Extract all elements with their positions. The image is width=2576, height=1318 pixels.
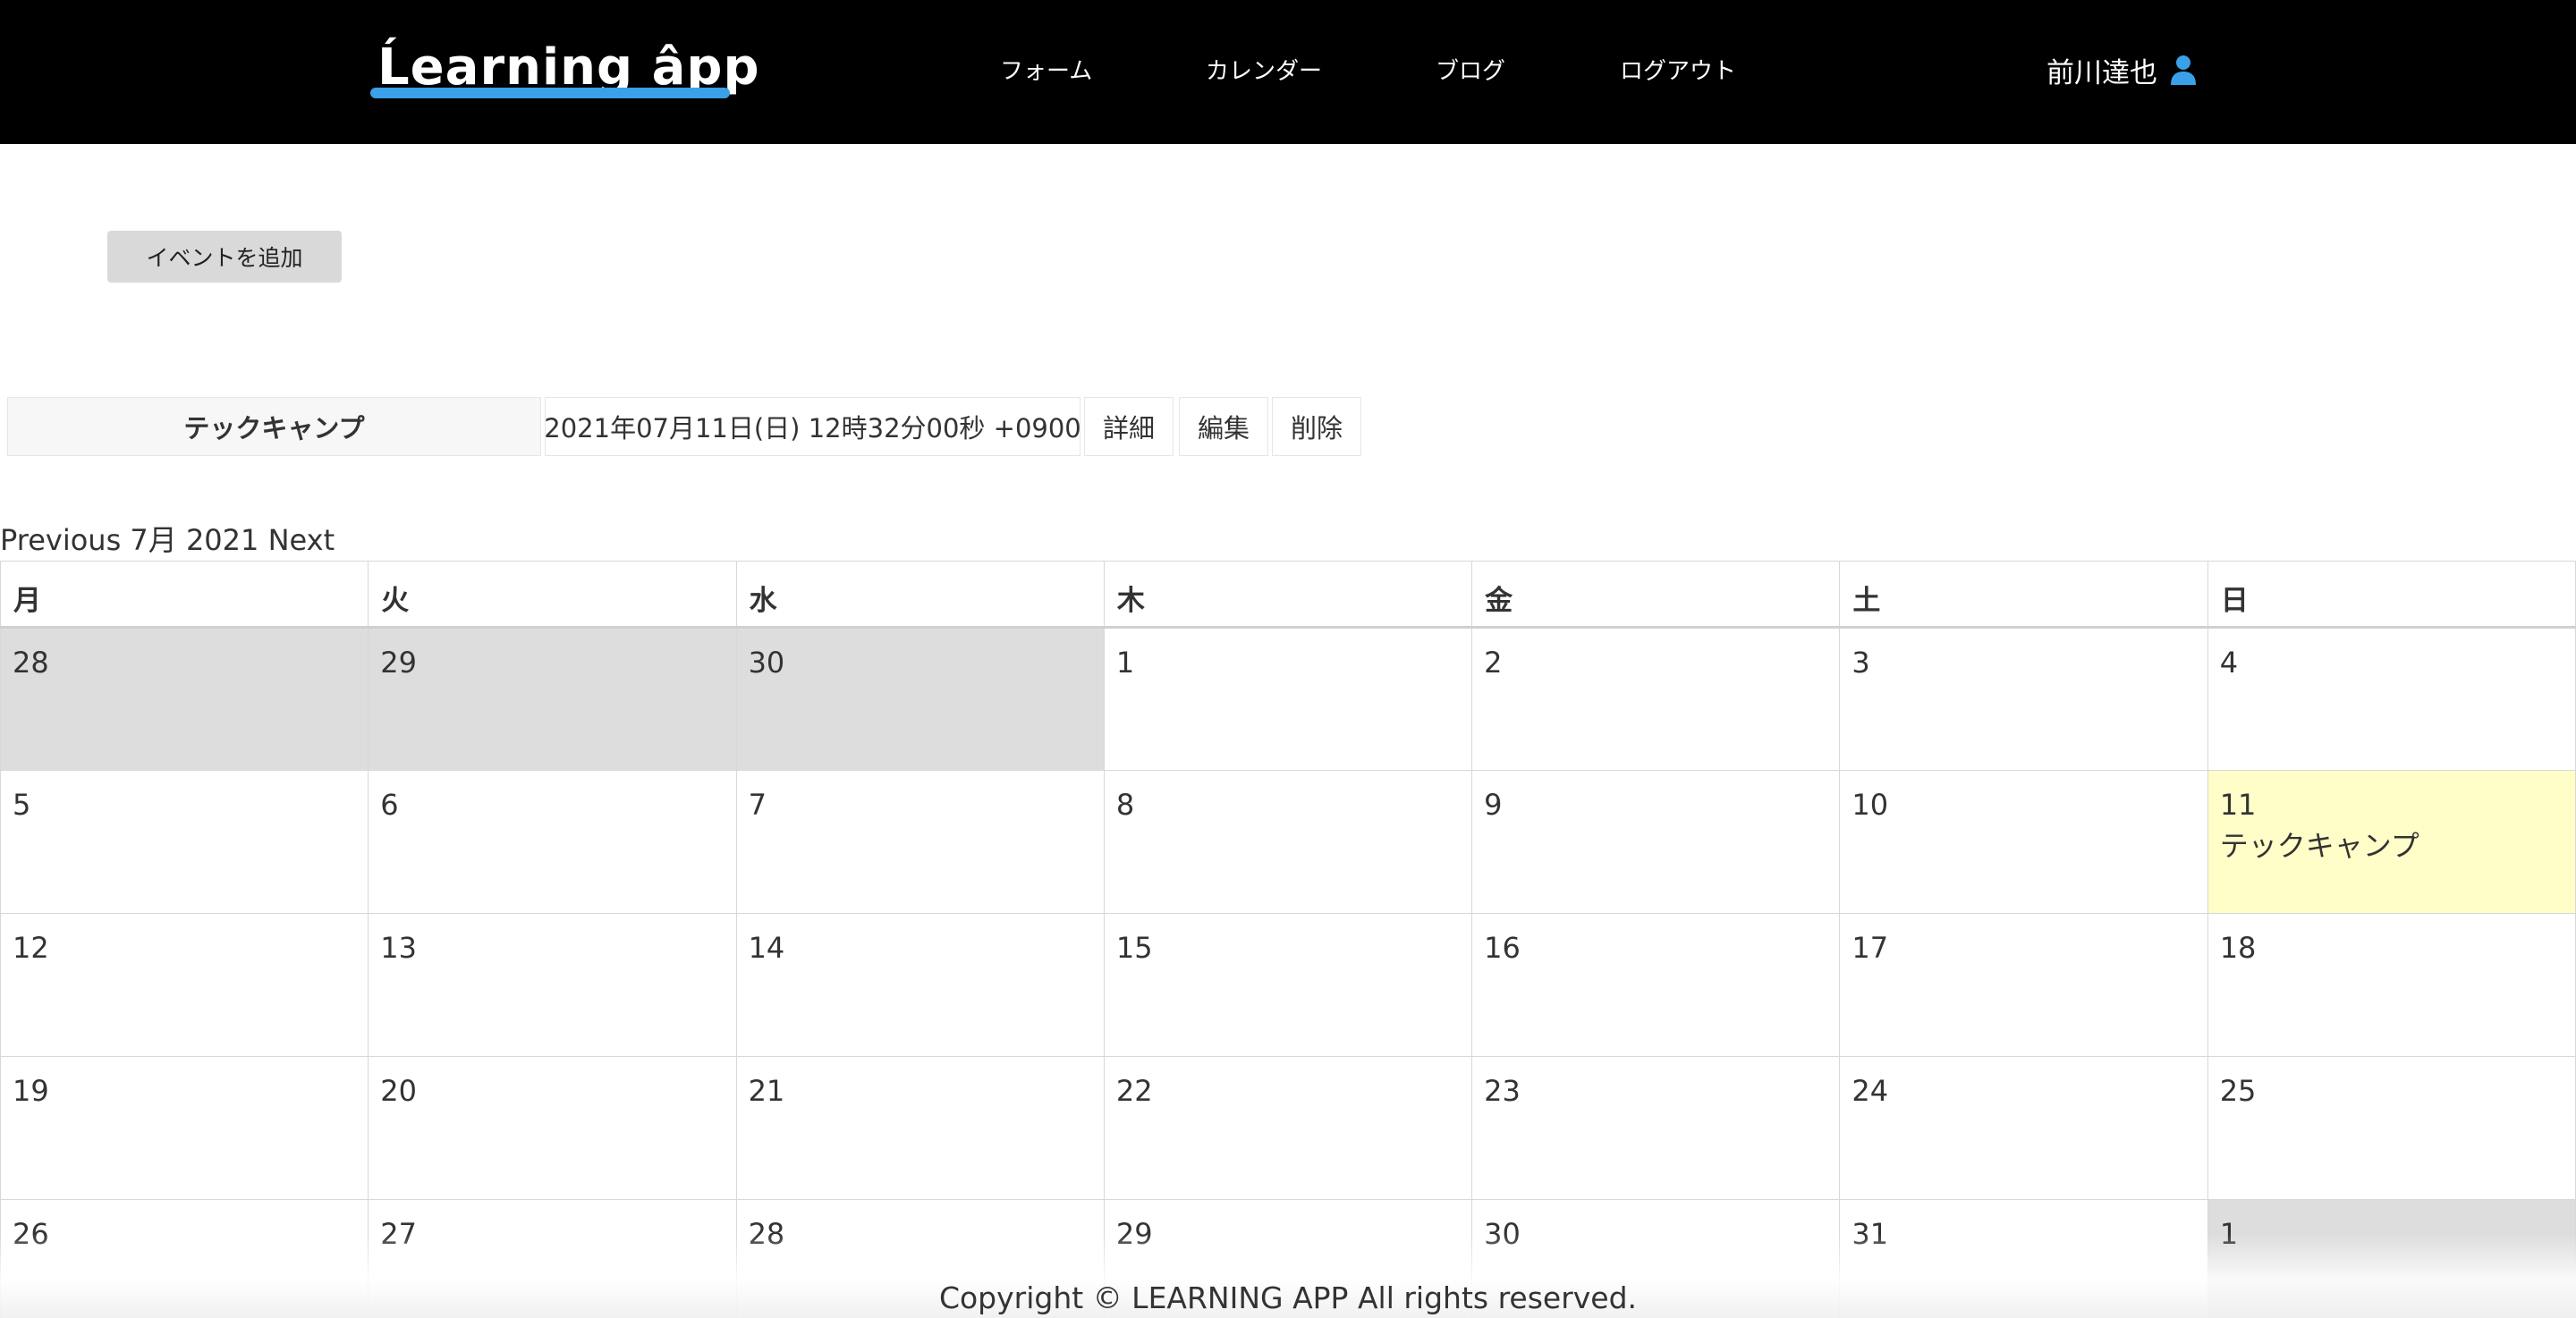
calendar-day-cell[interactable]: 6: [368, 770, 737, 914]
calendar-day-cell[interactable]: 3: [1839, 627, 2208, 771]
day-number: 2: [1484, 646, 1503, 680]
calendar-day-cell[interactable]: 19: [0, 1056, 369, 1200]
day-number: 22: [1115, 1074, 1153, 1108]
calendar-day-cell[interactable]: 5: [0, 770, 369, 914]
day-number: 30: [1484, 1217, 1521, 1251]
day-number: 8: [1115, 788, 1135, 822]
weekday-header: 日: [2207, 561, 2576, 629]
user-menu[interactable]: 前川達也: [2046, 48, 2197, 91]
calendar-event[interactable]: テックキャンプ: [2220, 824, 2563, 867]
calendar-day-cell[interactable]: 22: [1103, 1056, 1473, 1200]
footer-copyright: Copyright © LEARNING APP All rights rese…: [938, 1280, 1638, 1315]
next-month-link[interactable]: Next: [268, 519, 335, 562]
day-number: 9: [1484, 788, 1503, 822]
calendar-day-cell[interactable]: 25: [2207, 1056, 2576, 1200]
day-number: 10: [1852, 788, 1889, 822]
event-title: テックキャンプ: [7, 397, 541, 456]
calendar-week-row: 12 13 14 15 16 17 18: [0, 913, 2576, 1057]
day-number: 20: [380, 1074, 417, 1108]
day-number: 28: [748, 1217, 785, 1251]
previous-month-link[interactable]: Previous: [0, 519, 121, 562]
event-datetime: 2021年07月11日(日) 12時32分00秒 +0900: [544, 397, 1081, 456]
event-delete-button[interactable]: 削除: [1272, 397, 1361, 456]
nav-link-calendar[interactable]: カレンダー: [1206, 50, 1322, 93]
weekday-header: 火: [368, 561, 737, 629]
calendar-day-cell[interactable]: 24: [1839, 1056, 2208, 1200]
day-number: 17: [1852, 931, 1889, 965]
day-number: 18: [2219, 931, 2257, 965]
calendar-day-cell[interactable]: 12: [0, 913, 369, 1057]
person-icon: [2171, 55, 2196, 85]
day-number: 13: [380, 931, 417, 965]
day-number: 11: [2219, 788, 2257, 822]
calendar-day-cell[interactable]: 16: [1471, 913, 1841, 1057]
calendar-week-row: 5 6 7 8 9 10 11 テックキャンプ: [0, 770, 2576, 914]
month-navigation: Previous 7月 2021 Next: [0, 519, 335, 562]
calendar-day-cell[interactable]: 14: [735, 913, 1105, 1057]
add-event-button[interactable]: イベントを追加: [107, 231, 342, 283]
calendar-day-cell[interactable]: 30: [735, 627, 1105, 771]
calendar-day-cell[interactable]: 9: [1471, 770, 1841, 914]
day-number: 28: [13, 646, 49, 680]
calendar-day-cell[interactable]: 20: [368, 1056, 737, 1200]
event-detail-button[interactable]: 詳細: [1084, 397, 1174, 456]
calendar-day-cell[interactable]: 28: [0, 627, 369, 771]
day-number: 3: [1852, 646, 1870, 680]
calendar-day-cell[interactable]: 4: [2207, 627, 2576, 771]
nav-link-logout[interactable]: ログアウト: [1620, 50, 1736, 93]
calendar-day-cell[interactable]: 15: [1103, 913, 1473, 1057]
calendar-day-cell[interactable]: 2: [1471, 627, 1841, 771]
day-number: 31: [1852, 1217, 1889, 1251]
calendar-day-cell[interactable]: 21: [735, 1056, 1105, 1200]
user-name: 前川達也: [2046, 56, 2157, 89]
day-number: 26: [13, 1217, 49, 1251]
day-number: 16: [1484, 931, 1521, 965]
day-number: 12: [13, 931, 49, 965]
weekday-header: 金: [1471, 561, 1841, 629]
nav-link-blog[interactable]: ブログ: [1436, 50, 1505, 93]
event-edit-button[interactable]: 編集: [1179, 397, 1268, 456]
logo-underline: [370, 88, 730, 98]
calendar-day-cell[interactable]: 17: [1839, 913, 2208, 1057]
calendar-day-cell[interactable]: 1: [1103, 627, 1473, 771]
day-number: 7: [748, 788, 767, 822]
day-number: 27: [380, 1217, 417, 1251]
calendar-day-cell[interactable]: 23: [1471, 1056, 1841, 1200]
day-number: 21: [748, 1074, 785, 1108]
day-number: 15: [1115, 931, 1153, 965]
weekday-header: 土: [1839, 561, 2208, 629]
top-navbar: Ĺearning âpp フォーム カレンダー ブログ ログアウト 前川達也: [0, 0, 2576, 144]
weekday-header: 水: [735, 561, 1105, 629]
calendar-day-cell[interactable]: 10: [1839, 770, 2208, 914]
calendar-week-row: 19 20 21 22 23 24 25: [0, 1056, 2576, 1200]
day-number: 1: [1115, 646, 1135, 680]
day-number: 29: [380, 646, 417, 680]
day-number: 30: [748, 646, 785, 680]
day-number: 29: [1115, 1217, 1153, 1251]
nav-link-form[interactable]: フォーム: [1000, 50, 1092, 93]
calendar-day-cell[interactable]: 29: [368, 627, 737, 771]
day-number: 5: [13, 788, 31, 822]
calendar-day-cell[interactable]: 8: [1103, 770, 1473, 914]
weekday-header-row: 月 火 水 木 金 土 日: [0, 561, 2576, 629]
calendar-day-cell[interactable]: 11 テックキャンプ: [2207, 770, 2576, 914]
current-month-label: 7月 2021: [130, 523, 259, 557]
day-number: 1: [2219, 1217, 2239, 1251]
calendar-day-cell[interactable]: 7: [735, 770, 1105, 914]
day-number: 6: [380, 788, 399, 822]
day-number: 19: [13, 1074, 49, 1108]
weekday-header: 月: [0, 561, 369, 629]
day-number: 23: [1484, 1074, 1521, 1108]
weekday-header: 木: [1103, 561, 1473, 629]
calendar-day-cell[interactable]: 18: [2207, 913, 2576, 1057]
month-calendar: 月 火 水 木 金 土 日 28 29 30 1 2 3 4 5 6 7 8 9 10 11 テックキャンプ…: [0, 561, 2576, 1318]
day-number: 25: [2219, 1074, 2257, 1108]
calendar-week-row: 28 29 30 1 2 3 4: [0, 627, 2576, 771]
day-number: 4: [2219, 646, 2239, 680]
day-number: 24: [1852, 1074, 1889, 1108]
day-number: 14: [748, 931, 785, 965]
calendar-day-cell[interactable]: 13: [368, 913, 737, 1057]
